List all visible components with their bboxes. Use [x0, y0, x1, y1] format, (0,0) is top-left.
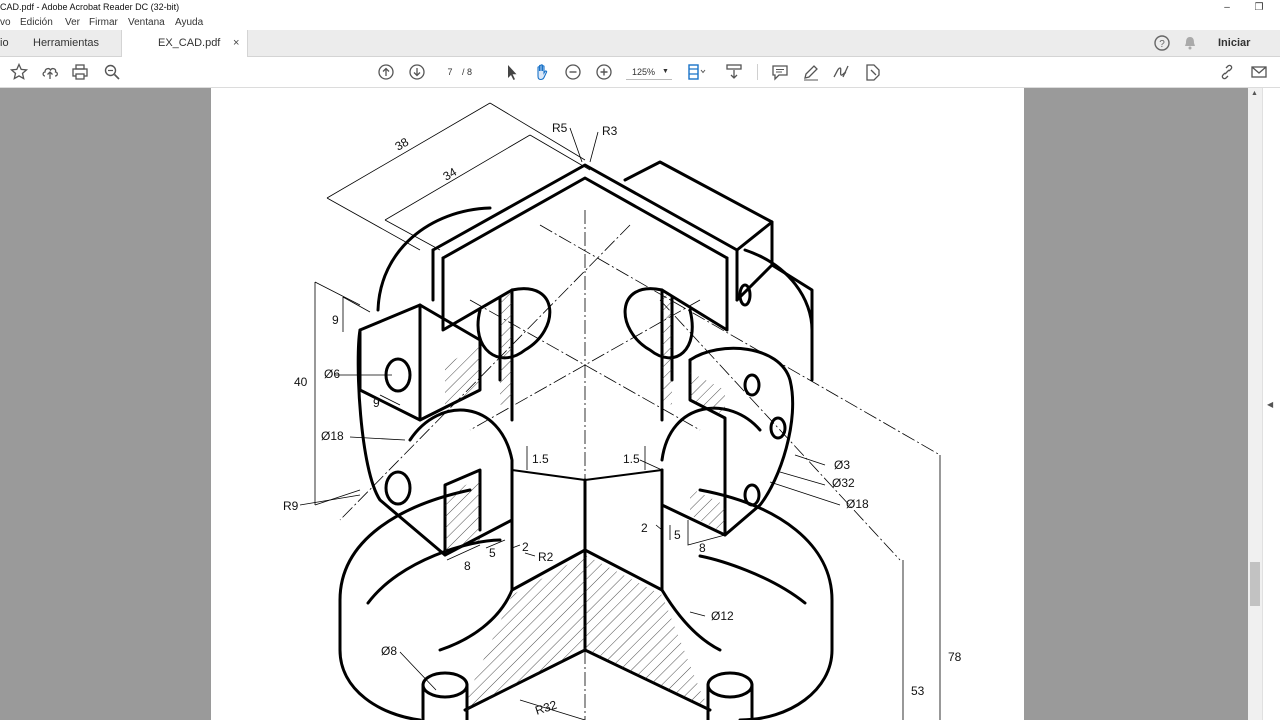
cloud-upload-icon[interactable]	[40, 62, 60, 82]
dim-phi32: Ø32	[832, 476, 855, 490]
bell-icon[interactable]	[1180, 33, 1200, 53]
zoom-in-icon[interactable]	[594, 62, 614, 82]
dim-8-right: 8	[699, 541, 706, 555]
stamp-icon[interactable]	[862, 62, 882, 82]
dim-53: 53	[911, 684, 925, 698]
menu-archivo[interactable]: vo	[0, 16, 11, 30]
print-icon[interactable]	[70, 62, 90, 82]
dim-5-left: 5	[489, 546, 496, 560]
restore-button[interactable]: ❐	[1244, 0, 1274, 16]
dim-phi18-right: Ø18	[846, 497, 869, 511]
tab-document-label: EX_CAD.pdf	[158, 37, 221, 49]
chevron-down-icon: ▼	[662, 68, 669, 75]
page-number-input[interactable]: 7	[440, 65, 460, 79]
comment-icon[interactable]	[770, 62, 790, 82]
fit-page-icon[interactable]	[686, 62, 706, 82]
share-link-icon[interactable]	[1217, 62, 1237, 82]
menu-bar: vo Edición Ver Firmar Ventana Ayuda	[0, 16, 1280, 30]
cad-drawing: 38 34 R5 R3 9 40 Ø6 9 Ø18 R9 1.5 1.5 Ø3 …	[283, 102, 962, 720]
zoom-out-icon[interactable]	[563, 62, 583, 82]
dim-9-top: 9	[332, 313, 339, 327]
dim-9-side: 9	[373, 396, 380, 410]
tab-document[interactable]: EX_CAD.pdf ×	[121, 30, 248, 57]
zoom-level-value: 125%	[632, 67, 656, 77]
main-toolbar: 7 / 8 125% ▼	[0, 57, 1280, 88]
dim-phi6: Ø6	[324, 367, 340, 381]
dim-8-left: 8	[464, 559, 471, 573]
scroll-up-icon[interactable]: ▲	[1251, 90, 1258, 97]
select-cursor-icon[interactable]	[502, 62, 522, 82]
dim-r2: R2	[538, 550, 554, 564]
page-down-icon[interactable]	[407, 62, 427, 82]
dim-40: 40	[294, 375, 308, 389]
document-viewer[interactable]: 38 34 R5 R3 9 40 Ø6 9 Ø18 R9 1.5 1.5 Ø3 …	[0, 88, 1248, 720]
svg-text:?: ?	[1159, 39, 1165, 50]
window-title: CAD.pdf - Adobe Acrobat Reader DC (32-bi…	[0, 2, 180, 12]
dim-r5: R5	[552, 121, 568, 135]
minimize-button[interactable]: –	[1212, 0, 1242, 16]
dim-phi18-left: Ø18	[321, 429, 344, 443]
menu-ver[interactable]: Ver	[65, 16, 80, 30]
toolbar-divider	[757, 64, 758, 80]
page-total: / 8	[462, 67, 473, 77]
star-icon[interactable]	[9, 62, 29, 82]
hand-icon[interactable]	[532, 62, 552, 82]
dim-34: 34	[440, 165, 459, 184]
menu-ayuda[interactable]: Ayuda	[175, 16, 203, 30]
dim-r3: R3	[602, 124, 618, 138]
scrollbar-thumb[interactable]	[1250, 562, 1260, 606]
menu-firmar[interactable]: Firmar	[89, 16, 118, 30]
dim-78: 78	[948, 650, 962, 664]
scroll-mode-icon[interactable]	[724, 62, 744, 82]
email-icon[interactable]	[1249, 62, 1269, 82]
page-up-icon[interactable]	[376, 62, 396, 82]
close-tab-icon[interactable]: ×	[233, 30, 239, 56]
dim-1-5-left: 1.5	[532, 452, 549, 466]
dim-r32: R32	[533, 698, 559, 718]
dim-phi8: Ø8	[381, 644, 397, 658]
tab-bar: io Herramientas EX_CAD.pdf × ? Iniciar s…	[0, 30, 1280, 75]
help-circle-icon[interactable]: ?	[1152, 33, 1172, 53]
pdf-page: 38 34 R5 R3 9 40 Ø6 9 Ø18 R9 1.5 1.5 Ø3 …	[211, 88, 1024, 720]
tab-tools[interactable]: Herramientas	[33, 30, 99, 56]
dim-2-left: 2	[522, 540, 529, 554]
dim-5-right: 5	[674, 528, 681, 542]
zoom-level-select[interactable]: 125% ▼	[626, 65, 672, 80]
dim-phi3: Ø3	[834, 458, 850, 472]
vertical-scrollbar[interactable]: ▲	[1248, 88, 1262, 720]
right-panel-toggle[interactable]: ◀	[1262, 88, 1280, 720]
sign-in-link[interactable]: Iniciar sesió	[1218, 30, 1280, 75]
menu-ventana[interactable]: Ventana	[128, 16, 165, 30]
zoom-search-icon[interactable]	[102, 62, 122, 82]
pen-icon[interactable]	[801, 62, 821, 82]
dim-phi12: Ø12	[711, 609, 734, 623]
tab-home[interactable]: io	[0, 30, 9, 56]
menu-edicion[interactable]: Edición	[20, 16, 53, 30]
collapse-arrow-icon[interactable]: ◀	[1267, 400, 1273, 409]
sign-icon[interactable]	[831, 62, 851, 82]
dim-r9: R9	[283, 499, 299, 513]
dim-2-right: 2	[641, 521, 648, 535]
dim-1-5-right: 1.5	[623, 452, 640, 466]
title-bar: CAD.pdf - Adobe Acrobat Reader DC (32-bi…	[0, 0, 1280, 16]
